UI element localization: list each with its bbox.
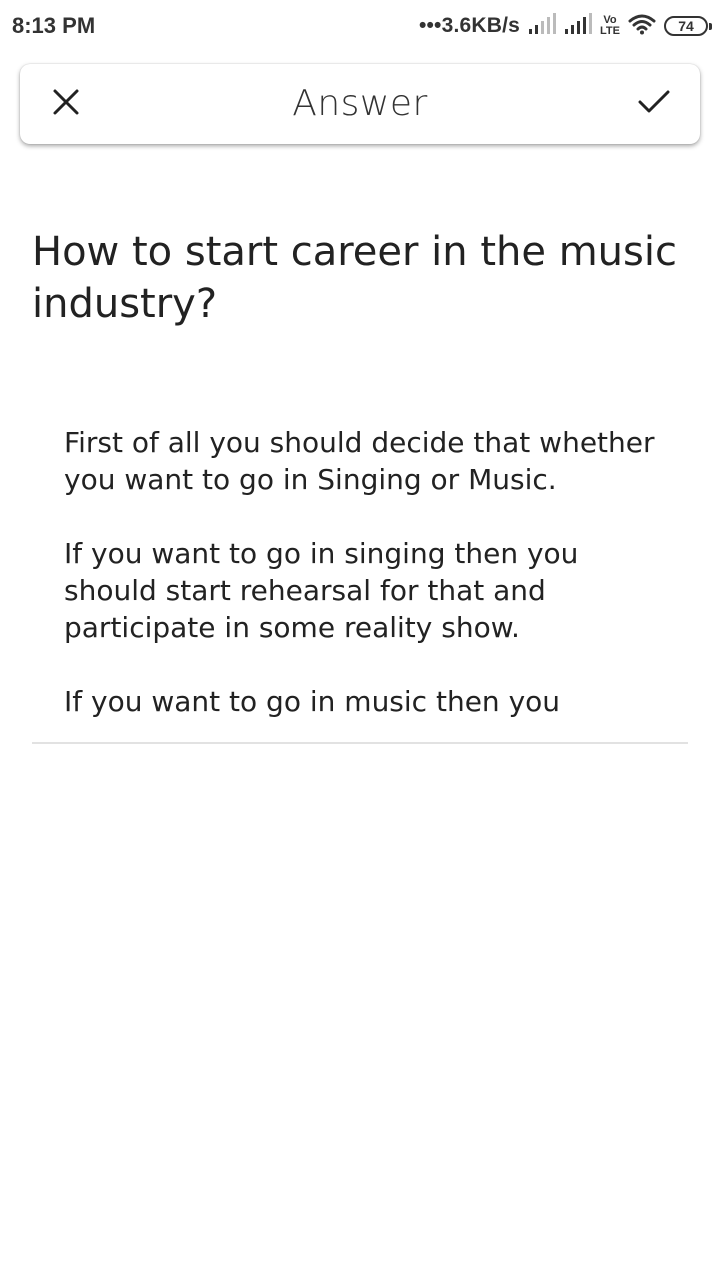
- question-title: How to start career in the music industr…: [32, 229, 677, 327]
- toolbar-title: Answer: [292, 83, 428, 124]
- answer-paragraph: If you want to go in singing then you sh…: [64, 537, 579, 644]
- signal-weak-icon: [528, 13, 557, 39]
- confirm-button[interactable]: [630, 80, 678, 128]
- volte-icon: Vo LTE: [600, 15, 620, 37]
- answer-toolbar: Answer: [20, 64, 700, 144]
- volte-bottom-label: LTE: [600, 25, 620, 37]
- answer-paragraph: If you want to go in music then you: [64, 685, 561, 718]
- status-icons: •••3.6KB/s Vo LTE 74: [418, 10, 712, 42]
- network-speed: •••3.6KB/s: [418, 14, 521, 37]
- status-time: 8:13 PM: [12, 13, 96, 38]
- answer-textarea[interactable]: First of all you should decide that whet…: [32, 420, 688, 744]
- wifi-icon: [628, 13, 656, 39]
- answer-text: First of all you should decide that whet…: [32, 420, 688, 720]
- status-bar: 8:13 PM •••3.6KB/s Vo LTE 74: [0, 0, 720, 52]
- answer-paragraph: First of all you should decide that whet…: [64, 426, 655, 496]
- signal-icon: [564, 13, 593, 39]
- check-icon: [638, 88, 670, 120]
- battery-indicator: 74: [664, 16, 712, 36]
